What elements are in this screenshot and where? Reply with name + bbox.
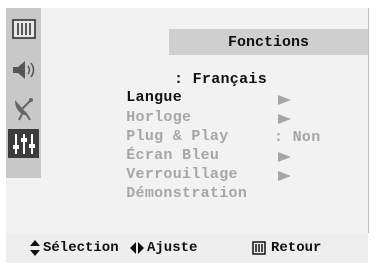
up-down-arrows-icon bbox=[30, 240, 40, 256]
sidebar-item-sound[interactable] bbox=[8, 55, 39, 84]
menu-item-label: Démonstration bbox=[126, 185, 248, 202]
menu-item-demonstration[interactable]: Démonstration bbox=[89, 167, 291, 202]
menu-item-horloge[interactable]: Horloge bbox=[89, 91, 291, 126]
sidebar-item-channel[interactable] bbox=[8, 94, 39, 123]
sidebar-item-picture[interactable] bbox=[8, 14, 39, 43]
speaker-icon bbox=[12, 60, 34, 79]
picture-icon bbox=[11, 18, 36, 39]
return-hint: Retour bbox=[252, 239, 321, 257]
menu-icon bbox=[252, 241, 266, 255]
sliders-icon bbox=[12, 133, 35, 154]
arrow-right-icon bbox=[278, 114, 291, 124]
menu-item-value: : Français bbox=[174, 71, 268, 88]
left-right-arrows-icon bbox=[130, 242, 144, 254]
adjust-hint: Ajuste bbox=[130, 239, 197, 257]
menu-item-ecran-bleu[interactable]: Écran Bleu : Non bbox=[89, 129, 320, 164]
arrow-right-icon bbox=[278, 171, 291, 181]
menu-title: Fonctions bbox=[169, 29, 368, 55]
sidebar-item-setup[interactable] bbox=[8, 129, 39, 158]
footer-help-bar: Sélection Ajuste Retour bbox=[6, 233, 368, 263]
menu-item-plug-and-play[interactable]: Plug & Play bbox=[89, 110, 291, 145]
menu-item-verrouillage[interactable]: Verrouillage bbox=[89, 148, 291, 183]
sidebar bbox=[6, 8, 41, 178]
menu-item-langue[interactable]: Langue : Français bbox=[89, 71, 266, 106]
return-label: Retour bbox=[271, 240, 322, 256]
arrow-right-icon bbox=[278, 152, 291, 162]
select-label: Sélection bbox=[43, 240, 119, 256]
adjust-label: Ajuste bbox=[147, 240, 198, 256]
arrow-right-icon bbox=[278, 95, 291, 105]
menu-item-value: : Non bbox=[274, 129, 321, 146]
select-hint: Sélection bbox=[30, 239, 119, 257]
satellite-dish-icon bbox=[14, 97, 33, 121]
tv-osd-screen: Fonctions Langue : Français Horloge Plug… bbox=[0, 0, 376, 267]
